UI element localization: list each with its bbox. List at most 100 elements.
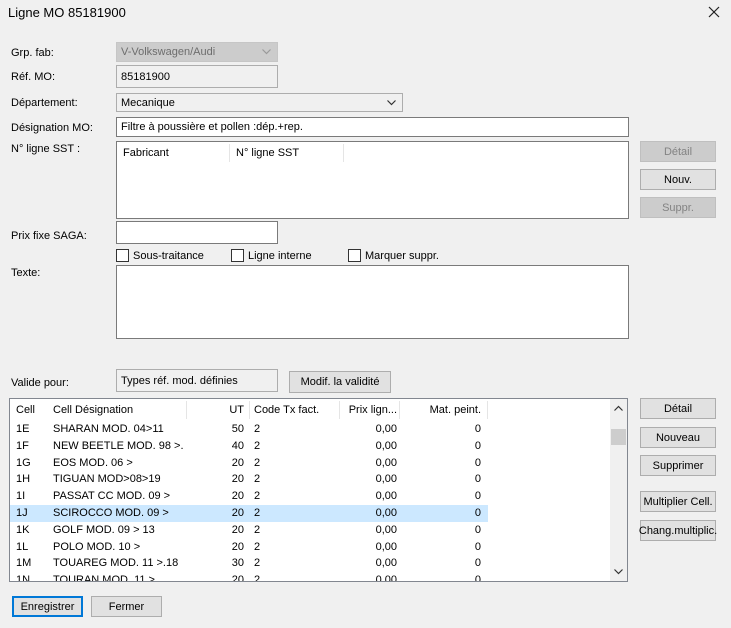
cell-designation: TIGUAN MOD>08>19 xyxy=(53,473,161,486)
departement-label: Département: xyxy=(11,97,78,109)
cell-code: 1N xyxy=(16,574,31,582)
cell-mat-peint: 0 xyxy=(474,540,481,553)
enregistrer-button[interactable]: Enregistrer xyxy=(12,596,83,617)
cell-ut: 20 xyxy=(231,574,244,582)
grp-fab-select[interactable]: V-Volkswagen/Audi xyxy=(116,42,278,62)
cell-prix: 0,00 xyxy=(375,490,397,503)
nouveau-button[interactable]: Nouveau xyxy=(640,427,716,448)
cell-prix: 0,00 xyxy=(375,557,397,570)
column-separator xyxy=(339,401,340,419)
chevron-down-icon xyxy=(262,49,271,55)
sst-suppr-button[interactable]: Suppr. xyxy=(640,197,716,218)
sst-nouv-button[interactable]: Nouv. xyxy=(640,169,716,190)
cell-code-tx: 2 xyxy=(254,490,261,503)
cell-code-tx: 2 xyxy=(254,473,261,486)
cell-prix: 0,00 xyxy=(375,540,397,553)
col-header-code[interactable]: Code Tx fact. xyxy=(254,399,319,421)
cell-mat-peint: 0 xyxy=(474,439,481,452)
cell-mat-peint: 0 xyxy=(474,473,481,486)
cell-mat-peint: 0 xyxy=(474,523,481,536)
col-header-cell[interactable]: Cell xyxy=(16,399,35,421)
cell-code-tx: 2 xyxy=(254,456,261,469)
validity-grid[interactable]: Cell Cell Désignation UT Code Tx fact. P… xyxy=(9,398,628,582)
types-ref-value: Types réf. mod. définies xyxy=(121,374,238,387)
cell-code-tx: 2 xyxy=(254,423,261,435)
chevron-up-icon[interactable] xyxy=(614,405,623,411)
texte-textarea[interactable] xyxy=(116,265,629,339)
grid-vertical-scrollbar[interactable] xyxy=(610,399,627,581)
marquer-suppr-checkbox[interactable]: Marquer suppr. xyxy=(348,249,439,262)
table-row[interactable]: 1K GOLF MOD. 09 > 13 20 2 0,00 0 xyxy=(10,522,488,539)
checkbox-box xyxy=(348,249,361,262)
checkbox-box xyxy=(116,249,129,262)
cell-designation: TOURAN MOD. 11 > xyxy=(53,574,155,582)
cell-code-tx: 2 xyxy=(254,557,261,570)
col-header-ut[interactable]: UT xyxy=(190,399,244,421)
table-row[interactable]: 1E SHARAN MOD. 04>11 50 2 0,00 0 xyxy=(10,421,488,438)
table-row[interactable]: 1H TIGUAN MOD>08>19 20 2 0,00 0 xyxy=(10,471,488,488)
ref-mo-field: 85181900 xyxy=(116,65,278,88)
table-row[interactable]: 1F NEW BEETLE MOD. 98 >... 40 2 0,00 0 xyxy=(10,438,488,455)
sst-detail-button[interactable]: Détail xyxy=(640,141,716,162)
sous-traitance-checkbox[interactable]: Sous-traitance xyxy=(116,249,204,262)
cell-ut: 20 xyxy=(231,507,244,519)
cell-code: 1K xyxy=(16,523,30,536)
sst-col-fabricant[interactable]: Fabricant xyxy=(123,147,169,159)
ligne-interne-checkbox[interactable]: Ligne interne xyxy=(231,249,312,262)
cell-prix: 0,00 xyxy=(375,523,397,536)
cell-prix: 0,00 xyxy=(375,574,397,582)
cell-ut: 20 xyxy=(231,473,244,486)
scrollbar-thumb[interactable] xyxy=(611,429,626,445)
texte-label: Texte: xyxy=(11,267,41,279)
ref-mo-label: Réf. MO: xyxy=(11,71,56,83)
cell-code: 1H xyxy=(16,473,31,486)
column-separator xyxy=(249,401,250,419)
marquer-suppr-label: Marquer suppr. xyxy=(365,249,439,262)
sst-list[interactable]: Fabricant N° ligne SST xyxy=(116,141,629,219)
chevron-down-icon[interactable] xyxy=(614,569,623,575)
cell-designation: SHARAN MOD. 04>11 xyxy=(53,423,164,435)
cell-code: 1I xyxy=(16,490,26,503)
cell-code: 1J xyxy=(16,507,28,519)
table-row[interactable]: 1I PASSAT CC MOD. 09 > 20 2 0,00 0 xyxy=(10,488,488,505)
designation-input[interactable]: Filtre à poussière et pollen :dép.+rep. xyxy=(116,117,629,137)
supprimer-button[interactable]: Supprimer xyxy=(640,455,716,476)
ref-mo-value: 85181900 xyxy=(121,70,170,83)
modif-validite-button[interactable]: Modif. la validité xyxy=(289,371,391,393)
column-separator xyxy=(229,144,230,162)
table-row[interactable]: 1L POLO MOD. 10 > 20 2 0,00 0 xyxy=(10,539,488,556)
sous-traitance-label: Sous-traitance xyxy=(133,249,204,262)
cell-designation: POLO MOD. 10 > xyxy=(53,540,141,553)
chang-multiplic-button[interactable]: Chang.multiplic. xyxy=(639,520,717,541)
close-button[interactable] xyxy=(705,3,723,21)
departement-select[interactable]: Mecanique xyxy=(116,93,403,112)
cell-mat-peint: 0 xyxy=(474,423,481,435)
table-row[interactable]: 1G EOS MOD. 06 > 20 2 0,00 0 xyxy=(10,455,488,472)
detail-button[interactable]: Détail xyxy=(640,398,716,419)
col-header-prix[interactable]: Prix lign... xyxy=(344,399,397,421)
multiplier-cell-button[interactable]: Multiplier Cell. xyxy=(640,491,716,512)
table-row[interactable]: 1M TOUAREG MOD. 11 >.18 30 2 0,00 0 xyxy=(10,555,488,572)
grp-fab-label: Grp. fab: xyxy=(11,47,54,59)
sst-col-ligne[interactable]: N° ligne SST xyxy=(236,147,299,159)
chevron-down-icon xyxy=(387,99,396,105)
cell-ut: 20 xyxy=(231,540,244,553)
table-row[interactable]: 1J SCIROCCO MOD. 09 > 20 2 0,00 0 xyxy=(10,505,488,522)
column-separator xyxy=(399,401,400,419)
prix-input[interactable] xyxy=(116,221,278,244)
table-row[interactable]: 1N TOURAN MOD. 11 > 20 2 0,00 0 xyxy=(10,572,488,582)
col-header-designation[interactable]: Cell Désignation xyxy=(53,399,133,421)
ligne-interne-label: Ligne interne xyxy=(248,249,312,262)
window-title: Ligne MO 85181900 xyxy=(8,5,126,20)
departement-value: Mecanique xyxy=(121,96,175,109)
cell-code-tx: 2 xyxy=(254,540,261,553)
designation-label: Désignation MO: xyxy=(11,122,93,134)
cell-mat-peint: 0 xyxy=(474,574,481,582)
cell-code: 1M xyxy=(16,557,32,570)
cell-code: 1G xyxy=(16,456,31,469)
col-header-mat[interactable]: Mat. peint. xyxy=(404,399,481,421)
cell-ut: 40 xyxy=(231,439,244,452)
fermer-button[interactable]: Fermer xyxy=(91,596,162,617)
cell-prix: 0,00 xyxy=(375,507,397,519)
valide-pour-label: Valide pour: xyxy=(11,377,69,389)
